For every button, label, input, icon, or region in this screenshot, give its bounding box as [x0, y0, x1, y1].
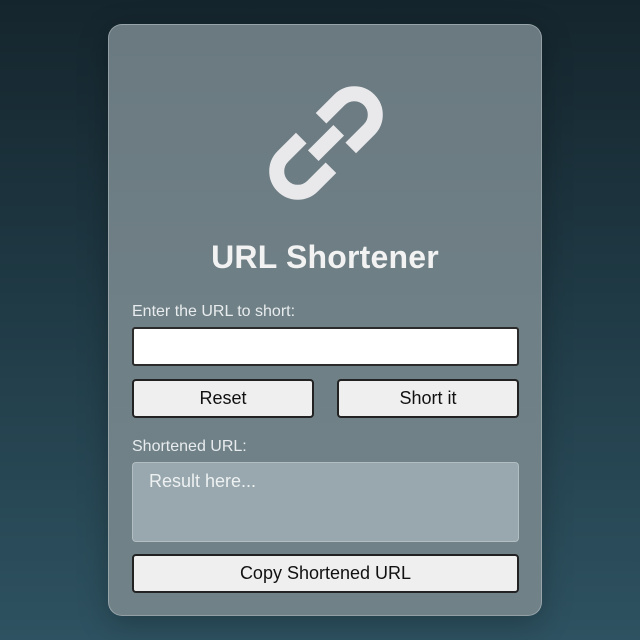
shortened-url-label: Shortened URL: [132, 438, 247, 455]
url-shortener-card: URL Shortener Enter the URL to short: Re… [108, 24, 542, 616]
url-input-label: Enter the URL to short: [132, 303, 296, 320]
reset-button[interactable]: Reset [132, 379, 314, 418]
short-it-button[interactable]: Short it [337, 379, 519, 418]
url-input[interactable] [132, 327, 519, 366]
result-field[interactable] [132, 462, 519, 542]
copy-shortened-url-button[interactable]: Copy Shortened URL [132, 554, 519, 593]
link-icon [269, 86, 383, 200]
page-title: URL Shortener [211, 239, 439, 275]
